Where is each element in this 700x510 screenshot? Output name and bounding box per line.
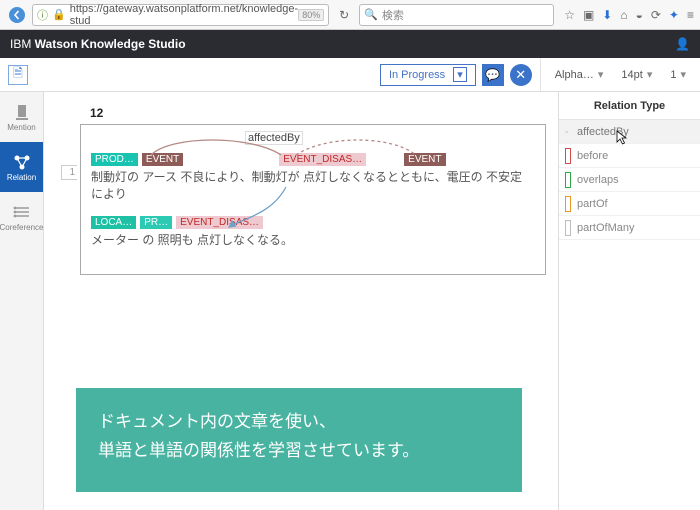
menu-icon[interactable]: ≡ xyxy=(687,8,694,22)
relation-label: partOf xyxy=(577,198,608,210)
browser-chrome: ⓘ 🔒 https://gateway.watsonplatform.net/k… xyxy=(0,0,700,30)
page-select[interactable]: 1▾ xyxy=(664,68,692,81)
relation-type-item[interactable]: partOf xyxy=(559,192,700,216)
close-button[interactable]: ✕ xyxy=(510,64,532,86)
zoom-level[interactable]: 80% xyxy=(298,9,324,21)
sentence-text: メーター の 照明も 点灯しなくなる。 xyxy=(91,231,535,248)
sort-label: Alpha… xyxy=(555,69,594,81)
relation-swatch xyxy=(565,172,571,188)
chevron-down-icon: ▾ xyxy=(598,68,604,81)
sync-icon[interactable]: ⟳ xyxy=(651,8,661,22)
user-icon[interactable]: 👤 xyxy=(675,37,690,51)
browser-toolbar-icons: ☆ ▣ ⬇ ⌂ ◒ ⟳ ✦ ≡ xyxy=(558,8,694,22)
sidebar-item-mention[interactable]: Mention xyxy=(0,92,43,142)
home-icon[interactable]: ⌂ xyxy=(620,8,627,22)
status-label: In Progress xyxy=(389,69,445,81)
relation-swatch xyxy=(565,196,571,212)
chevron-down-icon: ▾ xyxy=(680,68,686,81)
relation-swatch: - xyxy=(565,126,571,138)
app-title-bold: Watson Knowledge Studio xyxy=(35,37,186,51)
relation-type-panel: Relation Type - affectedBy before overla… xyxy=(558,92,700,510)
tray-icon[interactable]: ▣ xyxy=(583,8,594,22)
tag-event-disas[interactable]: EVENT_DISAS… xyxy=(176,216,263,229)
app-header: IBM Watson Knowledge Studio 👤 xyxy=(0,30,700,58)
relation-label[interactable]: affectedBy xyxy=(245,131,303,145)
chat-button[interactable]: 💬 xyxy=(482,64,504,86)
page-label: 1 xyxy=(670,69,676,81)
url-text: https://gateway.watsonplatform.net/knowl… xyxy=(70,3,298,27)
panel-heading: Relation Type xyxy=(559,92,700,120)
star-icon[interactable]: ☆ xyxy=(564,8,575,22)
relation-label: overlaps xyxy=(577,174,619,186)
annotation-document[interactable]: 1 affectedBy PROD… EVENT EVENT_DISAS… EV… xyxy=(80,124,546,275)
sidebar-label: Relation xyxy=(7,173,36,182)
relation-type-item[interactable]: partOfMany xyxy=(559,216,700,240)
back-button[interactable] xyxy=(6,4,28,26)
reload-button[interactable]: ↻ xyxy=(333,8,355,22)
tag-event[interactable]: EVENT xyxy=(404,153,445,166)
token-row: PROD… EVENT EVENT_DISAS… EVENT xyxy=(91,153,535,166)
status-dropdown[interactable]: In Progress ▾ xyxy=(380,64,476,86)
fontsize-label: 14pt xyxy=(621,69,642,81)
search-placeholder: 検索 xyxy=(382,7,404,23)
sidebar-item-relation[interactable]: Relation xyxy=(0,142,43,192)
sentence-text: 制動灯の アース 不良により、制動灯が 点灯しなくなるとともに、電圧の 不安定 … xyxy=(91,168,535,202)
chevron-down-icon: ▾ xyxy=(453,67,467,82)
sidebar-label: Mention xyxy=(7,123,35,132)
sidebar-item-coreference[interactable]: Coreference xyxy=(0,192,43,242)
relation-label: partOfMany xyxy=(577,222,634,234)
relation-type-item[interactable]: - affectedBy xyxy=(559,120,700,144)
lock-icon: 🔒 xyxy=(52,8,66,21)
relation-swatch xyxy=(565,220,571,236)
pocket-icon[interactable]: ◒ xyxy=(636,8,643,22)
tag-event-disas[interactable]: EVENT_DISAS… xyxy=(279,153,366,166)
tag-pr[interactable]: PR… xyxy=(140,216,172,229)
fontsize-select[interactable]: 14pt ▾ xyxy=(615,68,658,81)
download-icon[interactable]: ⬇ xyxy=(602,8,612,22)
relation-label: before xyxy=(577,150,608,162)
document-number: 12 xyxy=(90,106,546,120)
relation-swatch xyxy=(565,148,571,164)
app-title-prefix: IBM xyxy=(10,37,35,51)
puzzle-icon[interactable]: ✦ xyxy=(669,8,679,22)
document-icon[interactable]: 🗎 xyxy=(8,65,28,85)
relation-type-item[interactable]: before xyxy=(559,144,700,168)
chevron-down-icon: ▾ xyxy=(647,68,653,81)
token-row: LOCA… PR… EVENT_DISAS… xyxy=(91,216,535,229)
tag-location[interactable]: LOCA… xyxy=(91,216,136,229)
line-number: 1 xyxy=(61,165,77,180)
relation-type-item[interactable]: overlaps xyxy=(559,168,700,192)
search-icon: 🔍 xyxy=(364,8,378,21)
sort-select[interactable]: Alpha… ▾ xyxy=(549,68,610,81)
search-bar[interactable]: 🔍 検索 xyxy=(359,4,554,26)
tag-prod[interactable]: PROD… xyxy=(91,153,138,166)
app-title: IBM Watson Knowledge Studio xyxy=(10,37,186,51)
relation-label: affectedBy xyxy=(577,126,629,138)
caption-line: 単語と単語の関係性を学習させています。 xyxy=(98,437,500,466)
info-icon: ⓘ xyxy=(37,7,48,23)
document-toolbar: 🗎 In Progress ▾ 💬 ✕ Alpha…▾ 14pt▾ 1▾ xyxy=(0,58,700,92)
tag-event[interactable]: EVENT xyxy=(142,153,183,166)
sidebar-label: Coreference xyxy=(0,223,44,232)
left-sidebar: Mention Relation Coreference xyxy=(0,92,44,510)
main-area: Mention Relation Coreference 12 1 affect… xyxy=(0,92,700,510)
caption-line: ドキュメント内の文章を使い、 xyxy=(98,408,500,437)
caption-overlay: ドキュメント内の文章を使い、 単語と単語の関係性を学習させています。 xyxy=(76,388,522,492)
url-bar[interactable]: ⓘ 🔒 https://gateway.watsonplatform.net/k… xyxy=(32,4,329,26)
